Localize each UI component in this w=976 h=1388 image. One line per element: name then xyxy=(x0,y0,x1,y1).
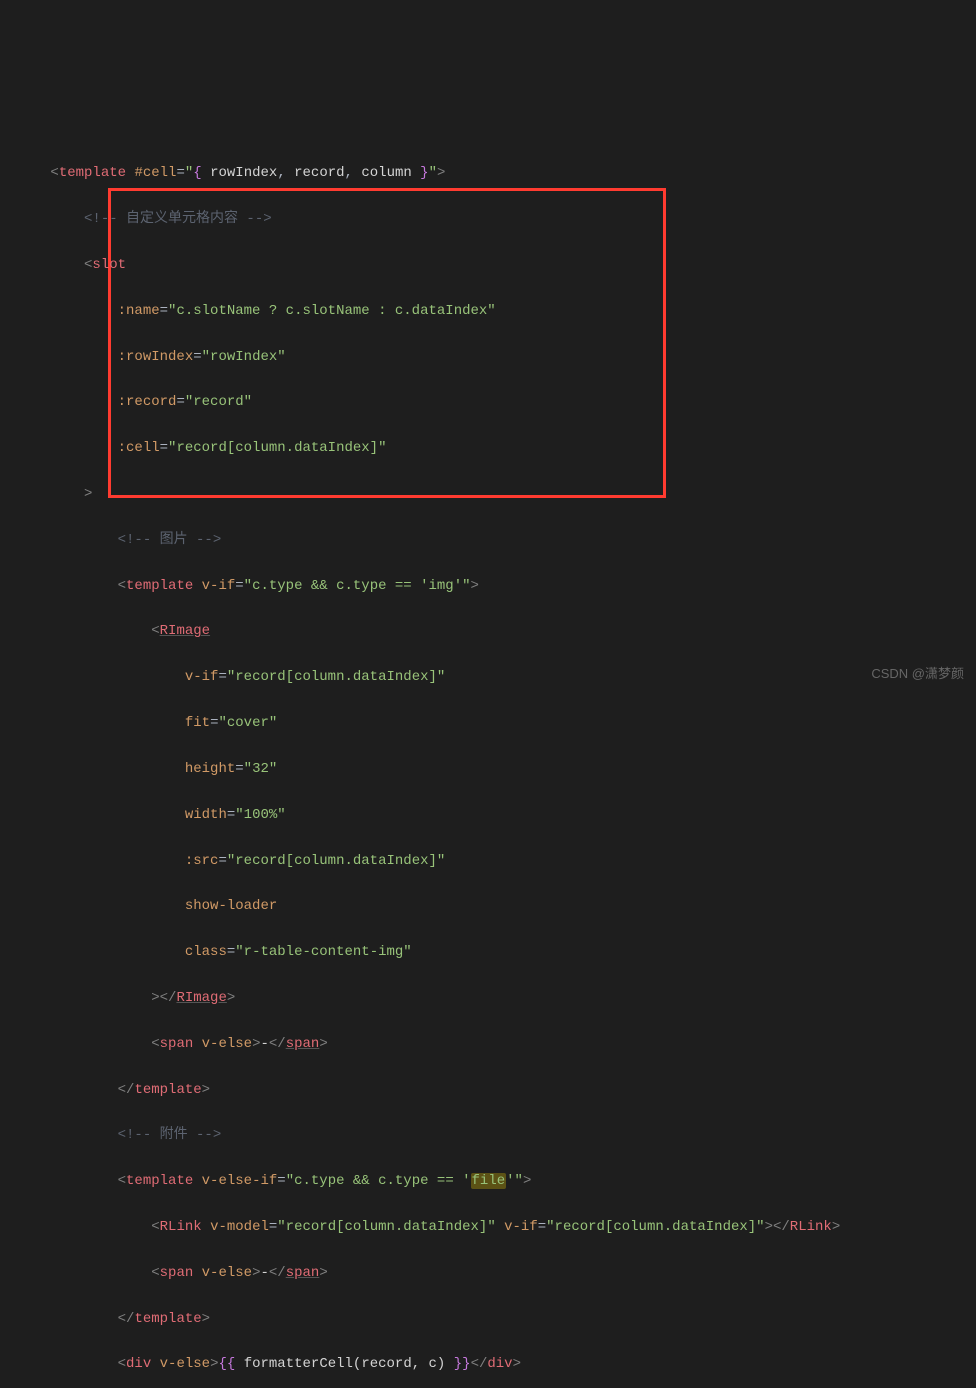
code-line: fit="cover" xyxy=(0,712,976,735)
code-line: height="32" xyxy=(0,758,976,781)
code-line: show-loader xyxy=(0,895,976,918)
code-line: <template v-else-if="c.type && c.type ==… xyxy=(0,1170,976,1193)
code-line: :name="c.slotName ? c.slotName : c.dataI… xyxy=(0,300,976,323)
code-line: <div v-else>{{ formatterCell(record, c) … xyxy=(0,1353,976,1376)
code-line: <slot xyxy=(0,254,976,277)
search-highlight: file xyxy=(471,1173,507,1189)
code-line: <span v-else>-</span> xyxy=(0,1033,976,1056)
code-line: class="r-table-content-img" xyxy=(0,941,976,964)
code-line: <template #cell="{ rowIndex, record, col… xyxy=(0,162,976,185)
code-line: :src="record[column.dataIndex]" xyxy=(0,850,976,873)
code-line: <RImage xyxy=(0,620,976,643)
code-line: v-if="record[column.dataIndex]" xyxy=(0,666,976,689)
code-line: :cell="record[column.dataIndex]" xyxy=(0,437,976,460)
code-editor[interactable]: <template #cell="{ rowIndex, record, col… xyxy=(0,139,976,1388)
code-line: <span v-else>-</span> xyxy=(0,1262,976,1285)
code-line: <!-- 图片 --> xyxy=(0,529,976,552)
code-line: </template> xyxy=(0,1079,976,1102)
code-line: <template v-if="c.type && c.type == 'img… xyxy=(0,575,976,598)
code-line: :rowIndex="rowIndex" xyxy=(0,346,976,369)
code-line: </template> xyxy=(0,1308,976,1331)
code-line: <!-- 附件 --> xyxy=(0,1124,976,1147)
code-line: <!-- 自定义单元格内容 --> xyxy=(0,208,976,231)
code-line: width="100%" xyxy=(0,804,976,827)
code-line: ></RImage> xyxy=(0,987,976,1010)
code-line: > xyxy=(0,483,976,506)
code-line: :record="record" xyxy=(0,391,976,414)
code-line: <RLink v-model="record[column.dataIndex]… xyxy=(0,1216,976,1239)
